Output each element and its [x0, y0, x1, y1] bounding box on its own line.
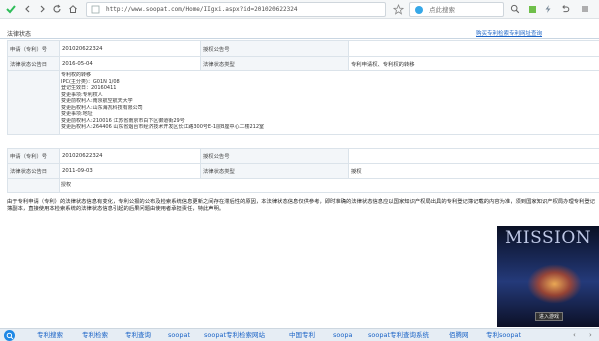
- bottom-nav-item[interactable]: soopa: [333, 331, 352, 340]
- date-value: 2016-05-04: [59, 56, 201, 71]
- extension-icon[interactable]: [525, 2, 539, 16]
- pub-no-value: [348, 148, 599, 164]
- video-title: MISSION: [505, 228, 592, 248]
- browser-toolbar: http://www.soopat.com/Home/IIgxi.aspx?id…: [0, 0, 599, 19]
- refresh-icon[interactable]: [50, 2, 64, 16]
- type-value: 专利申请权、专利权的转移: [348, 56, 599, 71]
- detail-label-cell: [7, 178, 60, 193]
- date-value: 2011-09-03: [59, 163, 201, 179]
- type-label: 法律状态类型: [200, 56, 349, 71]
- detail-cell: 授权: [59, 178, 599, 193]
- detail-line: 变更后权利人:264406 山东省烟台市经济技术开发区长江路300号E-1层B座…: [61, 124, 265, 130]
- menu-icon[interactable]: [578, 2, 592, 16]
- detail-line: 授权: [61, 182, 72, 188]
- scroll-down-icon[interactable]: ›: [589, 331, 592, 340]
- undo-icon[interactable]: [558, 2, 572, 16]
- bottom-nav-item[interactable]: soopat专利查询系统: [368, 331, 429, 340]
- browser-logo-icon[interactable]: [4, 2, 18, 16]
- app-no-label: 申请（专利）号: [7, 40, 60, 57]
- top-link[interactable]: 购买专利检索专利网址查询: [476, 29, 542, 37]
- address-bar[interactable]: http://www.soopat.com/Home/IIgxi.aspx?id…: [86, 2, 386, 17]
- detail-cell: 专利权的转移 IPC(主分类)：G01N 1/08 登记生效日：20160411…: [59, 70, 599, 135]
- pub-no-label: 授权公告号: [200, 40, 349, 57]
- type-label: 法律状态类型: [200, 163, 349, 179]
- bottom-nav-item[interactable]: 专利搜索: [37, 331, 63, 340]
- disclaimer-text: 由于专利申请（专利）的法律状态信息有变化，专利公报的公布及检索系统信息更新之间存…: [7, 199, 595, 213]
- scroll-up-icon[interactable]: ‹: [573, 331, 576, 340]
- app-no-value: 201020622324: [59, 148, 201, 164]
- page-info-icon: [90, 4, 101, 15]
- bottom-nav-item[interactable]: 专利查询: [125, 331, 151, 340]
- bottom-nav-item[interactable]: 专利检索: [82, 331, 108, 340]
- search-icon[interactable]: [4, 330, 15, 341]
- pub-no-value: [348, 40, 599, 57]
- bottom-nav-item[interactable]: soopat: [168, 331, 190, 340]
- pub-no-label: 授权公告号: [200, 148, 349, 164]
- date-label: 法律状态公告日: [7, 56, 60, 71]
- legal-status-record-1: 申请（专利）号 201020622324 授权公告号 法律状态公告日 2016-…: [7, 40, 599, 135]
- title-divider: [0, 38, 599, 39]
- bottom-nav-item[interactable]: soopat专利检索网站: [204, 331, 265, 340]
- star-icon[interactable]: [391, 2, 405, 16]
- search-engine-icon: [413, 4, 424, 15]
- bottom-nav-item[interactable]: 专利soopat: [486, 331, 521, 340]
- video-enter-button[interactable]: 进入游戏: [535, 312, 563, 321]
- app-no-label: 申请（专利）号: [7, 148, 60, 164]
- back-arrow-icon[interactable]: [21, 2, 35, 16]
- app-no-value: 201020622324: [59, 40, 201, 57]
- video-ad[interactable]: MISSION 进入游戏: [497, 226, 599, 327]
- search-placeholder: 点此搜索: [429, 6, 455, 14]
- page-title: 法律状态: [7, 31, 32, 38]
- bottom-search-bar: 专利搜索 专利检索 专利查询 soopat soopat专利检索网站 中国专利 …: [0, 328, 599, 341]
- search-icon[interactable]: [508, 2, 522, 16]
- video-glow: [527, 264, 582, 304]
- type-value: 授权: [348, 163, 599, 179]
- date-label: 法律状态公告日: [7, 163, 60, 179]
- bottom-nav-item[interactable]: 佰腾网: [449, 331, 469, 340]
- url-text: http://www.soopat.com/Home/IIgxi.aspx?id…: [106, 6, 298, 13]
- home-icon[interactable]: [66, 2, 80, 16]
- search-input[interactable]: 点此搜索: [409, 2, 504, 17]
- legal-status-record-2: 申请（专利）号 201020622324 授权公告号 法律状态公告日 2011-…: [7, 148, 599, 193]
- forward-arrow-icon[interactable]: [35, 2, 49, 16]
- lightning-icon[interactable]: [541, 2, 555, 16]
- bottom-nav-item[interactable]: 中国专利: [289, 331, 315, 340]
- detail-label-cell: [7, 70, 60, 135]
